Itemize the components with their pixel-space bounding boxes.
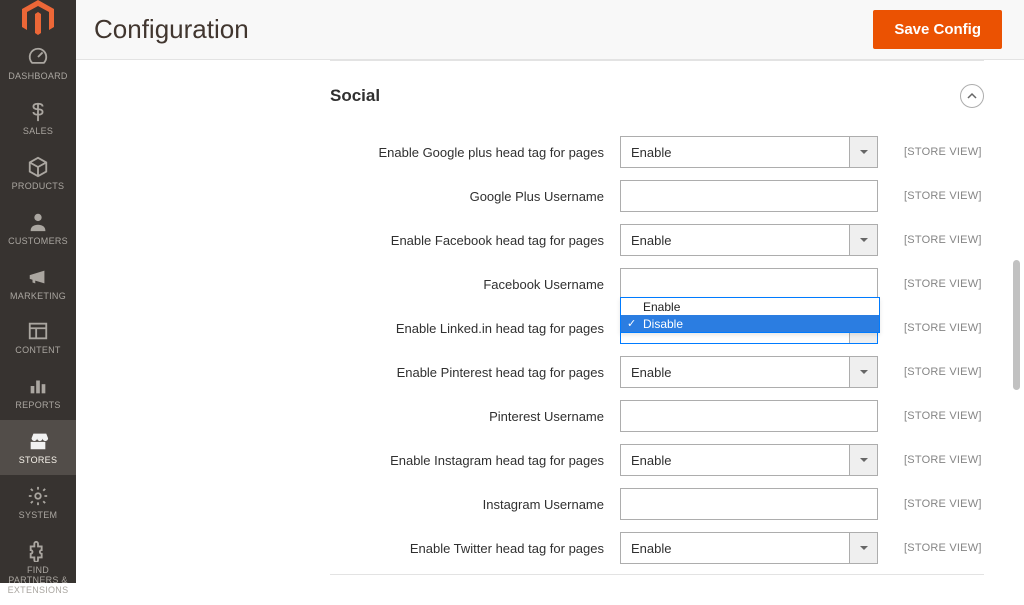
scope-label: [STORE VIEW] <box>904 454 982 466</box>
select-twitter-enable[interactable]: Enable <box>620 532 878 564</box>
gear-icon <box>27 485 49 507</box>
dropdown-option-disable[interactable]: Disable <box>621 315 879 332</box>
field-label: Facebook Username <box>330 277 620 292</box>
scope-label: [STORE VIEW] <box>904 278 982 290</box>
sidebar-item-label: REPORTS <box>15 401 60 411</box>
scope-label: [STORE VIEW] <box>904 542 982 554</box>
sidebar-item-label: DASHBOARD <box>8 72 67 82</box>
field-linkedin-enable: Enable Linked.in head tag for pages Disa… <box>330 306 990 350</box>
sidebar-item-reports[interactable]: REPORTS <box>0 365 76 420</box>
input-google-plus-username[interactable] <box>620 180 878 212</box>
select-value: Enable <box>621 541 849 556</box>
sidebar-item-label: PRODUCTS <box>12 182 65 192</box>
sidebar-item-partners[interactable]: FIND PARTNERS & EXTENSIONS <box>0 530 76 605</box>
field-label: Google Plus Username <box>330 189 620 204</box>
box-icon <box>27 156 49 178</box>
select-value: Enable <box>621 453 849 468</box>
magento-logo[interactable] <box>0 0 76 36</box>
select-instagram-enable[interactable]: Enable <box>620 444 878 476</box>
sidebar-item-customers[interactable]: CUSTOMERS <box>0 201 76 256</box>
field-pinterest-username: Pinterest Username [STORE VIEW] <box>330 394 990 438</box>
chevron-down-icon <box>849 533 877 563</box>
megaphone-icon <box>27 266 49 288</box>
divider <box>330 574 984 575</box>
sidebar-item-label: STORES <box>19 456 57 466</box>
config-content: Social Enable Google plus head tag for p… <box>76 60 1024 583</box>
dollar-icon <box>27 101 49 123</box>
layout-icon <box>27 320 49 342</box>
admin-sidebar: DASHBOARD SALES PRODUCTS CUSTOMERS MARKE… <box>0 0 76 583</box>
field-twitter-enable: Enable Twitter head tag for pages Enable… <box>330 526 990 570</box>
field-label: Enable Instagram head tag for pages <box>330 453 620 468</box>
select-value: Enable <box>621 365 849 380</box>
field-google-plus-enable: Enable Google plus head tag for pages En… <box>330 130 990 174</box>
page-title: Configuration <box>94 14 249 45</box>
sidebar-item-label: SYSTEM <box>19 511 58 521</box>
chevron-down-icon <box>849 445 877 475</box>
sidebar-item-label: MARKETING <box>10 292 66 302</box>
sidebar-item-products[interactable]: PRODUCTS <box>0 146 76 201</box>
page-header: Configuration Save Config <box>76 0 1024 60</box>
select-google-plus-enable[interactable]: Enable <box>620 136 878 168</box>
fields-container: Enable Google plus head tag for pages En… <box>330 130 990 570</box>
sidebar-item-dashboard[interactable]: DASHBOARD <box>0 36 76 91</box>
field-instagram-username: Instagram Username [STORE VIEW] <box>330 482 990 526</box>
chevron-up-icon <box>967 91 977 101</box>
field-instagram-enable: Enable Instagram head tag for pages Enab… <box>330 438 990 482</box>
field-label: Enable Google plus head tag for pages <box>330 145 620 160</box>
field-label: Enable Facebook head tag for pages <box>330 233 620 248</box>
section-title: Social <box>330 86 380 106</box>
puzzle-icon <box>27 540 49 562</box>
select-value: Enable <box>621 145 849 160</box>
dropdown-menu: Enable Disable <box>620 297 880 333</box>
sidebar-item-stores[interactable]: STORES <box>0 420 76 475</box>
sidebar-item-label: CONTENT <box>15 346 60 356</box>
scope-label: [STORE VIEW] <box>904 410 982 422</box>
bar-chart-icon <box>27 375 49 397</box>
dropdown-option-enable[interactable]: Enable <box>621 298 879 315</box>
field-google-plus-username: Google Plus Username [STORE VIEW] <box>330 174 990 218</box>
input-facebook-username[interactable] <box>620 268 878 300</box>
save-config-button[interactable]: Save Config <box>873 10 1002 49</box>
input-pinterest-username[interactable] <box>620 400 878 432</box>
field-facebook-enable: Enable Facebook head tag for pages Enabl… <box>330 218 990 262</box>
select-facebook-enable[interactable]: Enable <box>620 224 878 256</box>
field-label: Instagram Username <box>330 497 620 512</box>
select-value: Enable <box>621 233 849 248</box>
input-instagram-username[interactable] <box>620 488 878 520</box>
scope-label: [STORE VIEW] <box>904 190 982 202</box>
sidebar-item-system[interactable]: SYSTEM <box>0 475 76 530</box>
chevron-down-icon <box>849 357 877 387</box>
field-label: Enable Twitter head tag for pages <box>330 541 620 556</box>
chevron-down-icon <box>849 137 877 167</box>
storefront-icon <box>27 430 49 452</box>
scope-label: [STORE VIEW] <box>904 498 982 510</box>
field-pinterest-enable: Enable Pinterest head tag for pages Enab… <box>330 350 990 394</box>
field-label: Enable Linked.in head tag for pages <box>330 321 620 336</box>
scrollbar-thumb[interactable] <box>1013 260 1020 390</box>
sidebar-item-sales[interactable]: SALES <box>0 91 76 146</box>
collapse-toggle[interactable] <box>960 84 984 108</box>
person-icon <box>27 211 49 233</box>
section-header: Social <box>330 84 984 108</box>
sidebar-item-label: CUSTOMERS <box>8 237 68 247</box>
chevron-down-icon <box>849 225 877 255</box>
scope-label: [STORE VIEW] <box>904 322 982 334</box>
sidebar-item-marketing[interactable]: MARKETING <box>0 256 76 311</box>
field-label: Enable Pinterest head tag for pages <box>330 365 620 380</box>
scope-label: [STORE VIEW] <box>904 146 982 158</box>
field-label: Pinterest Username <box>330 409 620 424</box>
sidebar-item-label: FIND PARTNERS & EXTENSIONS <box>2 566 74 596</box>
scope-label: [STORE VIEW] <box>904 366 982 378</box>
sidebar-item-content[interactable]: CONTENT <box>0 310 76 365</box>
scope-label: [STORE VIEW] <box>904 234 982 246</box>
select-pinterest-enable[interactable]: Enable <box>620 356 878 388</box>
sidebar-item-label: SALES <box>23 127 53 137</box>
gauge-icon <box>27 46 49 68</box>
divider <box>330 60 984 61</box>
